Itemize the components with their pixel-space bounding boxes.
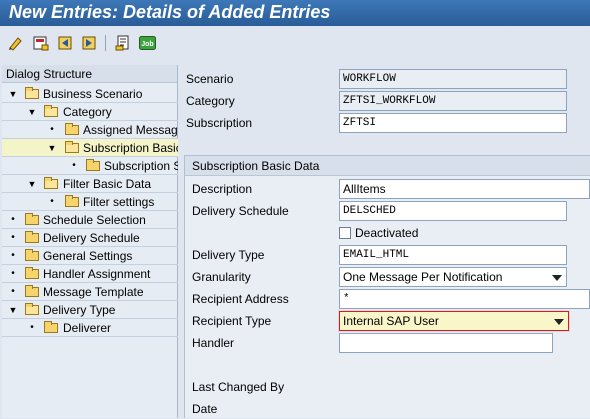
- tree-item-label: Subscription Basic Data: [83, 141, 178, 155]
- tree-item-label: Filter Basic Data: [63, 177, 152, 191]
- scenario-label: Scenario: [186, 72, 234, 86]
- group-title: Subscription Basic Data: [185, 156, 590, 176]
- delivery-schedule-field[interactable]: DELSCHED: [339, 201, 567, 221]
- tree-item-filter-settings[interactable]: • Filter settings: [2, 193, 178, 211]
- edit-icon[interactable]: [8, 35, 24, 51]
- leaf-bullet-icon: •: [50, 124, 54, 135]
- folder-open-icon: [25, 87, 39, 99]
- category-label: Category: [186, 94, 235, 108]
- leaf-bullet-icon: •: [50, 196, 54, 207]
- dialog-structure-title: Dialog Structure: [2, 65, 177, 83]
- recipient-type-dropdown[interactable]: Internal SAP User: [339, 311, 569, 331]
- tree-item-filter-basic-data[interactable]: ▼ Filter Basic Data: [2, 175, 178, 193]
- chevron-down-icon[interactable]: [552, 275, 562, 281]
- tree-item-deliverer[interactable]: • Deliverer: [2, 319, 178, 337]
- folder-open-icon: [65, 141, 79, 153]
- expand-toggle-icon[interactable]: ▼: [27, 175, 37, 192]
- scenario-field[interactable]: WORKFLOW: [339, 69, 567, 89]
- tree-item-label: Schedule Selection: [43, 213, 146, 227]
- deactivated-checkbox[interactable]: [339, 227, 351, 239]
- tree-item-category[interactable]: ▼ Category: [2, 103, 178, 121]
- expand-toggle-icon[interactable]: ▼: [27, 103, 37, 120]
- tree-item-label: Message Template: [43, 285, 144, 299]
- recipient-type-label: Recipient Type: [192, 314, 272, 328]
- leaf-bullet-icon: •: [11, 268, 15, 279]
- window-title: New Entries: Details of Added Entries: [0, 0, 590, 26]
- folder-icon: [25, 213, 39, 225]
- granularity-dropdown[interactable]: One Message Per Notification: [339, 267, 567, 287]
- tree-item-label: Delivery Type: [43, 303, 116, 317]
- tree-item-schedule-selection[interactable]: • Schedule Selection: [2, 211, 178, 229]
- subscription-label: Subscription: [186, 116, 253, 130]
- folder-open-icon: [25, 303, 39, 315]
- application-toolbar: Job: [0, 26, 590, 62]
- folder-open-icon: [44, 105, 58, 117]
- expand-toggle-icon[interactable]: ▼: [47, 139, 57, 156]
- tree-item-label: Subscription Settings: [104, 159, 178, 173]
- delivery-type-field[interactable]: EMAIL_HTML: [339, 245, 567, 265]
- tree-item-label: Business Scenario: [43, 87, 143, 101]
- folder-icon: [25, 267, 39, 279]
- folder-icon: [25, 231, 39, 243]
- svg-text:Job: Job: [141, 41, 153, 48]
- tree-item-assigned-messages[interactable]: • Assigned Messages: [2, 121, 178, 139]
- expand-toggle-icon[interactable]: ▼: [8, 301, 18, 318]
- tree-item-general-settings[interactable]: • General Settings: [2, 247, 178, 265]
- delivery-schedule-label: Delivery Schedule: [192, 204, 289, 218]
- tree-item-label: Category: [63, 105, 112, 119]
- leaf-bullet-icon: •: [11, 286, 15, 297]
- next-entry-icon[interactable]: [81, 35, 97, 51]
- tree-item-subscription-basic-data[interactable]: ▼ Subscription Basic Data: [2, 139, 178, 157]
- tree-item-handler-assignment[interactable]: • Handler Assignment: [2, 265, 178, 283]
- recipient-address-label: Recipient Address: [192, 292, 289, 306]
- leaf-bullet-icon: •: [72, 160, 76, 171]
- deactivated-label: Deactivated: [355, 226, 419, 240]
- tree-item-label: Handler Assignment: [43, 267, 151, 281]
- granularity-label: Granularity: [192, 270, 251, 284]
- document-icon[interactable]: [115, 35, 131, 51]
- folder-icon: [44, 321, 58, 333]
- tree-item-label: Filter settings: [83, 195, 155, 209]
- toolbar-separator: [105, 35, 106, 51]
- tree-item-label: Deliverer: [63, 321, 112, 335]
- tree-item-label: General Settings: [43, 249, 133, 263]
- save-entry-icon[interactable]: [33, 35, 49, 51]
- tree-item-delivery-type[interactable]: ▼ Delivery Type: [2, 301, 178, 319]
- granularity-value: One Message Per Notification: [343, 270, 503, 284]
- recipient-address-field[interactable]: *: [339, 289, 590, 309]
- dialog-structure-panel: Dialog Structure ▼ Business Scenario ▼ C…: [2, 65, 178, 418]
- tree-item-business-scenario[interactable]: ▼ Business Scenario: [2, 85, 178, 103]
- leaf-bullet-icon: •: [11, 232, 15, 243]
- folder-icon: [86, 159, 100, 171]
- chevron-down-icon[interactable]: [554, 319, 564, 325]
- tree-item-delivery-schedule[interactable]: • Delivery Schedule: [2, 229, 178, 247]
- tree-item-subscription-settings[interactable]: • Subscription Settings: [2, 157, 178, 175]
- folder-icon: [65, 123, 79, 135]
- expand-toggle-icon[interactable]: ▼: [8, 85, 18, 102]
- folder-icon: [25, 285, 39, 297]
- leaf-bullet-icon: •: [30, 322, 34, 333]
- subscription-field[interactable]: ZFTSI: [339, 113, 567, 133]
- previous-entry-icon[interactable]: [57, 35, 73, 51]
- job-icon[interactable]: Job: [139, 35, 156, 51]
- tree-item-label: Delivery Schedule: [43, 231, 140, 245]
- recipient-type-value: Internal SAP User: [343, 314, 439, 328]
- handler-field[interactable]: [339, 333, 553, 353]
- leaf-bullet-icon: •: [11, 214, 15, 225]
- date-label: Date: [192, 402, 218, 416]
- handler-label: Handler: [192, 336, 235, 350]
- delivery-type-label: Delivery Type: [192, 248, 265, 262]
- description-label: Description: [192, 182, 253, 196]
- tree-item-label: Assigned Messages: [83, 123, 178, 137]
- leaf-bullet-icon: •: [11, 250, 15, 261]
- category-field[interactable]: ZFTSI_WORKFLOW: [339, 91, 567, 111]
- folder-icon: [25, 249, 39, 261]
- last-changed-by-label: Last Changed By: [192, 380, 285, 394]
- tree-item-message-template[interactable]: • Message Template: [2, 283, 178, 301]
- folder-icon: [65, 195, 79, 207]
- folder-open-icon: [44, 177, 58, 189]
- description-field[interactable]: AllItems: [339, 179, 590, 199]
